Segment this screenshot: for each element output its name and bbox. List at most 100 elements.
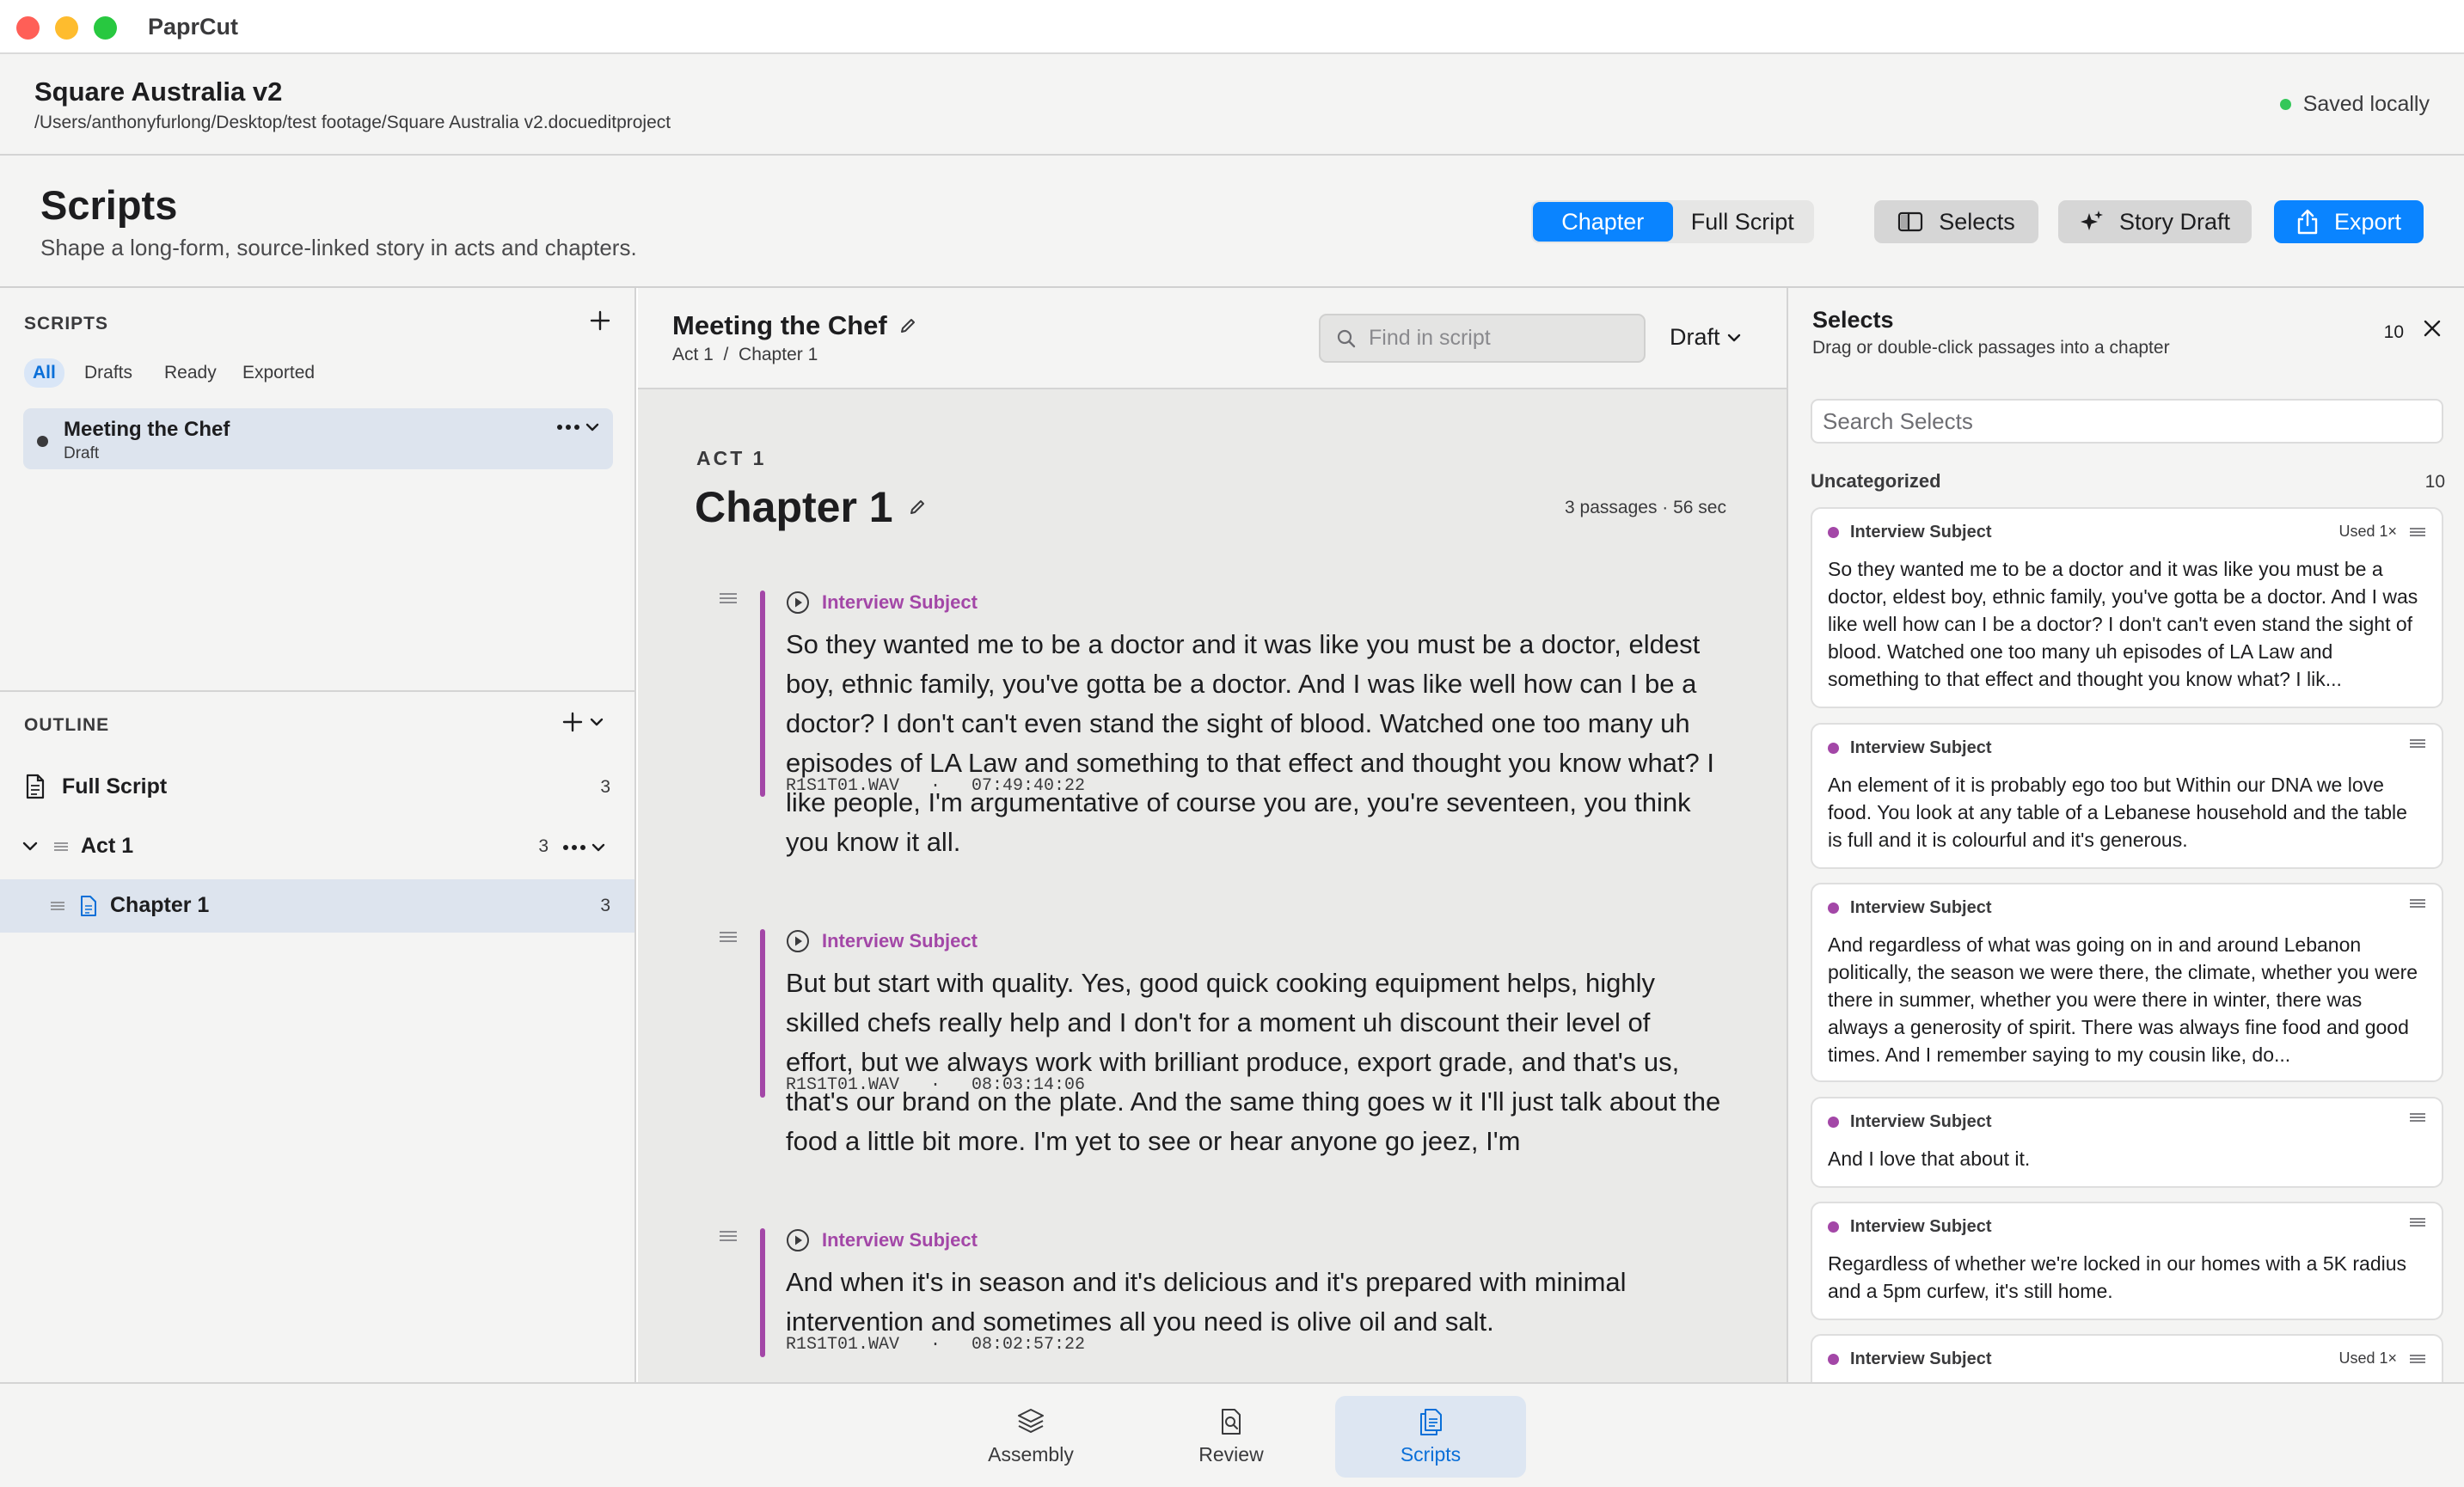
speaker-bar bbox=[760, 1228, 765, 1357]
export-button[interactable]: Export bbox=[2274, 200, 2424, 243]
script-title-text: Meeting the Chef bbox=[672, 310, 887, 340]
outline-act-1-count: 3 bbox=[538, 836, 549, 856]
speaker-dot bbox=[1828, 527, 1839, 538]
tab-review-label: Review bbox=[1198, 1443, 1264, 1466]
drag-handle-icon[interactable] bbox=[2409, 1354, 2426, 1364]
minimize-window-button[interactable] bbox=[55, 16, 78, 40]
drag-handle-icon[interactable] bbox=[2409, 898, 2426, 909]
select-speaker: Interview Subject bbox=[1850, 1349, 1992, 1368]
script-item-meeting-the-chef[interactable]: Meeting the Chef Draft bbox=[23, 408, 613, 469]
drag-handle-icon[interactable] bbox=[719, 592, 738, 604]
tab-assembly[interactable]: Assembly bbox=[935, 1396, 1126, 1478]
drag-handle-icon[interactable] bbox=[50, 901, 65, 911]
tab-assembly-label: Assembly bbox=[988, 1443, 1074, 1466]
passage[interactable]: Interview Subject And when it's in seaso… bbox=[638, 1228, 1787, 1357]
chevron-down-icon bbox=[1727, 334, 1740, 341]
select-text: And regardless of what was going on in a… bbox=[1828, 933, 2418, 1066]
find-in-script[interactable] bbox=[1319, 314, 1646, 363]
pencil-icon[interactable] bbox=[909, 499, 926, 516]
filter-ready[interactable]: Ready bbox=[156, 358, 225, 388]
play-icon[interactable] bbox=[786, 929, 810, 953]
selects-panel: Selects Drag or double-click passages in… bbox=[1787, 288, 2464, 1386]
passage-text[interactable]: And when it's in season and it's delicio… bbox=[786, 1263, 1723, 1342]
passage[interactable]: Interview Subject But but start with qua… bbox=[638, 929, 1787, 1156]
selects-button[interactable]: Selects bbox=[1874, 200, 2038, 243]
group-count: 10 bbox=[2424, 472, 2445, 492]
page-subtitle: Shape a long-form, source-linked story i… bbox=[40, 235, 637, 260]
search-selects[interactable] bbox=[1811, 399, 2443, 444]
sparkle-icon bbox=[2080, 211, 2103, 230]
select-card[interactable]: Interview Subject Used 1× So they wanted… bbox=[1811, 507, 2443, 708]
outline-chapter-1[interactable]: Chapter 1 3 bbox=[0, 879, 634, 933]
speaker-dot bbox=[1828, 1354, 1839, 1365]
script-item-menu[interactable] bbox=[556, 422, 599, 432]
chapter-view-button[interactable]: Chapter bbox=[1533, 202, 1673, 242]
select-card[interactable]: Interview Subject Regardless of whether … bbox=[1811, 1202, 2443, 1320]
zoom-window-button[interactable] bbox=[94, 16, 117, 40]
drag-handle-icon[interactable] bbox=[2409, 738, 2426, 749]
story-draft-button[interactable]: Story Draft bbox=[2058, 200, 2252, 243]
selects-title: Selects bbox=[1812, 307, 1894, 333]
chapter-title-text: Chapter 1 bbox=[695, 483, 893, 531]
find-input[interactable] bbox=[1369, 326, 1627, 351]
passage[interactable]: Interview Subject So they wanted me to b… bbox=[638, 591, 1787, 857]
drag-handle-icon[interactable] bbox=[2409, 527, 2426, 537]
play-icon[interactable] bbox=[786, 1228, 810, 1252]
close-icon[interactable] bbox=[2423, 319, 2442, 338]
drag-handle-icon[interactable] bbox=[53, 841, 69, 852]
filter-all[interactable]: All bbox=[24, 358, 64, 388]
saved-dot-icon bbox=[2279, 99, 2291, 110]
add-outline-item-menu[interactable] bbox=[562, 712, 604, 732]
disclosure-chevron-icon[interactable] bbox=[22, 841, 38, 852]
breadcrumb: Act 1 / Chapter 1 bbox=[672, 345, 818, 364]
story-draft-button-label: Story Draft bbox=[2118, 208, 2231, 235]
passage-text[interactable]: But but start with quality. Yes, good qu… bbox=[786, 964, 1723, 1161]
act-menu[interactable] bbox=[562, 842, 605, 853]
passage-speaker: Interview Subject bbox=[786, 929, 978, 953]
outline-full-script[interactable]: Full Script 3 bbox=[0, 761, 634, 814]
filter-drafts[interactable]: Drafts bbox=[76, 358, 141, 388]
search-icon bbox=[1337, 329, 1356, 347]
project-title: Square Australia v2 bbox=[34, 76, 283, 107]
view-toggle: Chapter Full Script bbox=[1531, 200, 1814, 243]
save-status-label: Saved locally bbox=[2302, 92, 2430, 116]
pencil-icon[interactable] bbox=[899, 317, 916, 334]
drag-handle-icon[interactable] bbox=[719, 931, 738, 943]
script-item-status: Draft bbox=[64, 444, 100, 462]
passage-source: R1S1T01.WAV · 07:49:40:22 bbox=[786, 776, 1086, 796]
passage-speaker: Interview Subject bbox=[786, 591, 978, 615]
play-icon[interactable] bbox=[786, 591, 810, 615]
script-editor: Meeting the Chef Act 1 / Chapter 1 Draft… bbox=[638, 288, 1787, 1382]
layers-icon bbox=[1018, 1409, 1044, 1433]
close-window-button[interactable] bbox=[16, 16, 40, 40]
speaker-name: Interview Subject bbox=[822, 591, 978, 613]
tab-review[interactable]: Review bbox=[1136, 1396, 1327, 1478]
search-selects-input[interactable] bbox=[1823, 401, 2431, 442]
outline-full-script-count: 3 bbox=[600, 777, 610, 797]
project-header: Square Australia v2 /Users/anthonyfurlon… bbox=[0, 54, 2464, 156]
select-card[interactable]: Interview Subject An element of it is pr… bbox=[1811, 723, 2443, 869]
add-icon bbox=[562, 712, 583, 732]
outline-act-1-label: Act 1 bbox=[81, 834, 134, 858]
full-script-view-button[interactable]: Full Script bbox=[1673, 202, 1813, 242]
passage-text[interactable]: So they wanted me to be a doctor and it … bbox=[786, 625, 1723, 862]
drag-handle-icon[interactable] bbox=[2409, 1112, 2426, 1123]
drag-handle-icon[interactable] bbox=[719, 1230, 738, 1242]
select-speaker: Interview Subject bbox=[1850, 1217, 1992, 1236]
speaker-dot bbox=[1828, 903, 1839, 914]
select-speaker: Interview Subject bbox=[1850, 523, 1992, 542]
filter-exported[interactable]: Exported bbox=[234, 358, 323, 388]
add-script-icon[interactable] bbox=[590, 310, 610, 331]
outline-chapter-1-label: Chapter 1 bbox=[110, 893, 210, 917]
tab-scripts[interactable]: Scripts bbox=[1335, 1396, 1526, 1478]
select-card[interactable]: Interview Subject And regardless of what… bbox=[1811, 883, 2443, 1082]
script-title: Meeting the Chef bbox=[672, 310, 916, 341]
status-dropdown[interactable]: Draft bbox=[1670, 324, 1741, 351]
drag-handle-icon[interactable] bbox=[2409, 1217, 2426, 1227]
outline-act-1[interactable]: Act 1 3 bbox=[0, 820, 634, 873]
script-item-name: Meeting the Chef bbox=[64, 418, 230, 441]
select-card[interactable]: Interview Subject And I love that about … bbox=[1811, 1097, 2443, 1188]
doc-search-icon bbox=[1222, 1409, 1241, 1435]
select-card[interactable]: Interview Subject Used 1× bbox=[1811, 1334, 2443, 1386]
app-name: PaprCut bbox=[148, 14, 239, 40]
